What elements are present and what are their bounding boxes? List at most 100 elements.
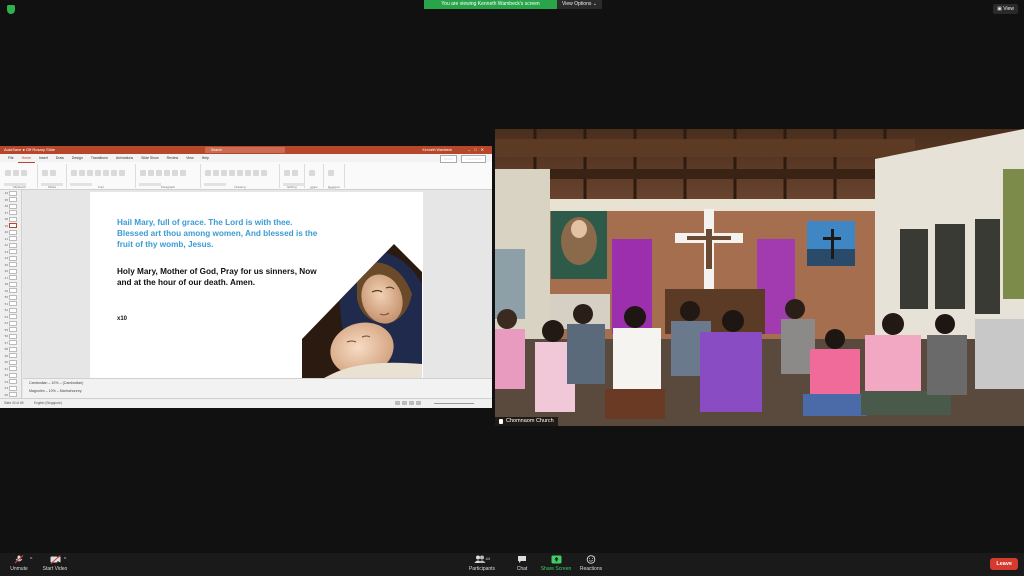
- slide-thumbnail-preview[interactable]: [9, 385, 17, 391]
- audio-options-chevron-icon[interactable]: ^: [30, 557, 32, 563]
- slide-thumbnail-preview[interactable]: [9, 210, 17, 216]
- ppt-tab-design[interactable]: Design: [68, 154, 87, 162]
- slide-thumbnail-preview[interactable]: [9, 379, 17, 385]
- ribbon-tool-icon[interactable]: [111, 170, 117, 176]
- ribbon-group-clipboard[interactable]: Clipboard: [4, 164, 38, 189]
- ppt-comments-button[interactable]: Comments: [461, 155, 486, 163]
- ribbon-tool-icon[interactable]: [156, 170, 162, 176]
- slide-thumbnail-preview[interactable]: [9, 197, 17, 203]
- ppt-tab-file[interactable]: File: [4, 154, 18, 162]
- slide-thumbnail-preview[interactable]: [9, 249, 17, 255]
- ribbon-tool-icon[interactable]: [180, 170, 186, 176]
- ppt-share-button[interactable]: Share: [439, 155, 458, 163]
- ribbon-tool-icon[interactable]: [5, 170, 11, 176]
- current-slide[interactable]: Hail Mary, full of grace. The Lord is wi…: [90, 192, 423, 378]
- ribbon-tool-icon[interactable]: [148, 170, 154, 176]
- slide-thumbnail-preview[interactable]: [9, 268, 17, 274]
- ribbon-group-font[interactable]: Font: [70, 164, 136, 189]
- ribbon-tool-icon[interactable]: [229, 170, 235, 176]
- ppt-tab-help[interactable]: Help: [198, 154, 213, 162]
- ribbon-group-paragraph[interactable]: Paragraph: [139, 164, 201, 189]
- ribbon-tool-icon[interactable]: [21, 170, 27, 176]
- ribbon-group-drawing[interactable]: Drawing: [204, 164, 280, 189]
- ppt-tab-review[interactable]: Review: [163, 154, 182, 162]
- slide-thumbnail-preview[interactable]: [9, 255, 17, 261]
- participants-button[interactable]: 44 Participants: [466, 555, 498, 572]
- reactions-button[interactable]: + Reactions: [578, 555, 604, 572]
- ppt-tab-transitions[interactable]: Transitions: [87, 154, 112, 162]
- ribbon-tool-icon[interactable]: [42, 170, 48, 176]
- language-status[interactable]: English (Singapore): [34, 401, 62, 405]
- ribbon-tool-icon[interactable]: [172, 170, 178, 176]
- ribbon-tool-icon[interactable]: [87, 170, 93, 176]
- slide-thumbnail-preview[interactable]: [9, 314, 17, 320]
- chat-button[interactable]: Chat: [513, 555, 531, 572]
- ppt-search-box[interactable]: Search: [205, 147, 285, 153]
- ribbon-tool-icon[interactable]: [140, 170, 146, 176]
- slide-thumbnail-preview[interactable]: [9, 236, 17, 242]
- ribbon-tool-icon[interactable]: [71, 170, 77, 176]
- ppt-tab-animations[interactable]: Animations: [112, 154, 137, 162]
- slide-thumbnail-preview[interactable]: [9, 275, 17, 281]
- slide-thumbnail-pane[interactable]: 34 35 36 37 38 39 40 41 42 43 44 45 46 47 48 49 50 51 52 53…: [0, 190, 22, 398]
- ribbon-tool-icon[interactable]: [79, 170, 85, 176]
- security-shield-icon[interactable]: [7, 5, 15, 14]
- video-options-chevron-icon[interactable]: ^: [64, 557, 66, 563]
- ribbon-tool-icon[interactable]: [213, 170, 219, 176]
- ppt-tab-draw[interactable]: Draw: [52, 154, 68, 162]
- ribbon-tool-icon[interactable]: [253, 170, 259, 176]
- slide-thumbnail-preview[interactable]: [9, 320, 17, 326]
- participant-video-tile[interactable]: Chomnaom Church: [495, 129, 1024, 426]
- shared-screen[interactable]: AutoSave ● Off Rosary Slide Search Kenne…: [0, 146, 492, 408]
- ppt-tab-slide-show[interactable]: Slide Show: [137, 154, 163, 162]
- ribbon-tool-icon[interactable]: [13, 170, 19, 176]
- ribbon-tool-icon[interactable]: [292, 170, 298, 176]
- view-options-button[interactable]: View Options ⌄: [557, 0, 602, 9]
- ribbon-tool-icon[interactable]: [328, 170, 334, 176]
- slide-prayer-holy-mary[interactable]: Holy Mary, Mother of God, Pray for us si…: [117, 266, 317, 288]
- ppt-tab-view[interactable]: View: [182, 154, 198, 162]
- ribbon-tool-icon[interactable]: [50, 170, 56, 176]
- slide-thumbnail-preview[interactable]: [9, 359, 17, 365]
- leave-meeting-button[interactable]: Leave: [990, 558, 1018, 570]
- madonna-and-child-image[interactable]: [302, 244, 422, 378]
- ribbon-tool-icon[interactable]: [245, 170, 251, 176]
- slide-thumbnail-preview[interactable]: [9, 372, 17, 378]
- slide-thumbnail-preview[interactable]: [9, 294, 17, 300]
- slide-thumbnail-preview[interactable]: [9, 190, 17, 196]
- ribbon-tool-icon[interactable]: [95, 170, 101, 176]
- view-button[interactable]: ▣ View: [993, 4, 1018, 14]
- ribbon-tool-icon[interactable]: [119, 170, 125, 176]
- slide-thumbnail-preview[interactable]: [9, 281, 17, 287]
- slide-thumbnail-preview[interactable]: [9, 301, 17, 307]
- slide-thumbnail-preview[interactable]: [9, 262, 17, 268]
- slide-repeat-count[interactable]: x10: [117, 316, 127, 322]
- slide-thumbnail-preview[interactable]: [9, 392, 17, 398]
- slide-editor-area[interactable]: Hail Mary, full of grace. The Lord is wi…: [23, 190, 492, 378]
- ribbon-group-slides[interactable]: Slides: [41, 164, 67, 189]
- slide-thumbnail-preview[interactable]: [9, 327, 17, 333]
- ppt-tab-insert[interactable]: Insert: [35, 154, 52, 162]
- ribbon-group-voice[interactable]: Voice: [308, 164, 330, 204]
- ribbon-tool-icon[interactable]: [284, 170, 290, 176]
- slide-prayer-hail-mary[interactable]: Hail Mary, full of grace. The Lord is wi…: [117, 217, 322, 250]
- unmute-button[interactable]: Unmute: [8, 555, 30, 572]
- slide-thumbnail-preview[interactable]: [9, 242, 17, 248]
- slide-thumbnail-preview[interactable]: [9, 288, 17, 294]
- ribbon-tool-icon[interactable]: [164, 170, 170, 176]
- ribbon-tool-icon[interactable]: [103, 170, 109, 176]
- slide-thumbnail-preview[interactable]: [9, 307, 17, 313]
- slide-thumbnail-preview[interactable]: [9, 366, 17, 372]
- ribbon-tool-icon[interactable]: [261, 170, 267, 176]
- zoom-slider[interactable]: [434, 403, 474, 404]
- speaker-notes-pane[interactable]: Cambodian – 10% – (Cambodian) Magnolim –…: [23, 378, 492, 398]
- slide-thumbnail-preview[interactable]: [9, 333, 17, 339]
- slide-thumbnail-preview[interactable]: [9, 203, 17, 209]
- ribbon-group-designer[interactable]: Designer: [327, 164, 349, 204]
- ribbon-group-editing[interactable]: Editing: [283, 164, 305, 189]
- slide-thumbnail-preview[interactable]: [9, 229, 17, 235]
- ribbon-tool-icon[interactable]: [205, 170, 211, 176]
- ppt-tab-home[interactable]: Home: [17, 154, 35, 163]
- ribbon-tool-icon[interactable]: [237, 170, 243, 176]
- slide-thumbnail-preview[interactable]: [9, 346, 17, 352]
